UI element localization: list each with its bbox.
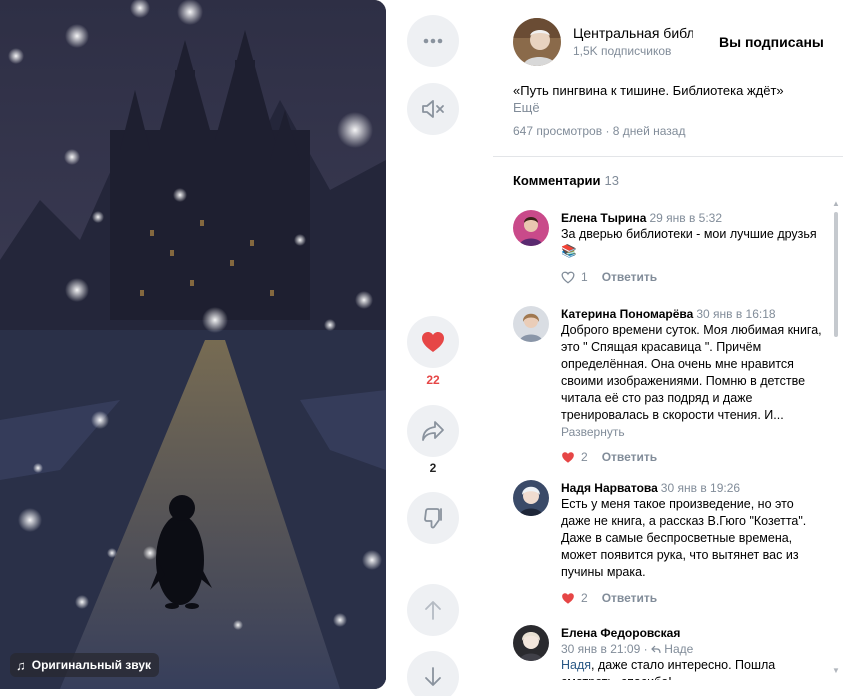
original-sound-badge[interactable]: ♫ Оригинальный звук — [10, 653, 160, 677]
post-date: 8 дней назад — [612, 124, 686, 138]
share-button[interactable] — [407, 405, 459, 457]
reply-button[interactable]: Ответить — [602, 591, 657, 605]
next-video-button[interactable] — [407, 651, 459, 696]
action-column: 22 2 — [407, 0, 459, 696]
more-options-button[interactable] — [407, 15, 459, 67]
commenter-name[interactable]: Катерина Пономарёва — [561, 307, 693, 321]
mute-button[interactable] — [407, 83, 459, 135]
reply-separator: · — [640, 642, 651, 656]
comment-text: Надя, даже стало интересно. Пошла смотре… — [561, 657, 823, 680]
heart-filled-icon[interactable] — [561, 451, 575, 464]
subscribed-button[interactable]: Вы подписаны — [719, 34, 824, 50]
commenter-name[interactable]: Надя Нарватова — [561, 481, 658, 495]
arrow-up-icon — [425, 601, 441, 620]
commenter-name[interactable]: Елена Тырина — [561, 211, 646, 225]
subscriber-count: 1,5K подписчиков — [573, 44, 672, 58]
heart-outline-icon[interactable] — [561, 271, 575, 284]
comment-body: Елена Федоровская 30 янв в 21:09 · Наде … — [561, 625, 823, 680]
commenter-avatar[interactable] — [513, 625, 549, 661]
thumbs-down-icon — [424, 508, 442, 529]
show-more-link[interactable]: Ещё — [513, 100, 540, 115]
comment-actions: 1 Ответить — [561, 269, 823, 285]
comments-scrollbar-thumb[interactable] — [834, 212, 838, 337]
speaker-muted-icon — [422, 100, 444, 118]
stats-separator: · — [605, 124, 613, 138]
dislike-button[interactable] — [407, 492, 459, 544]
comment-text-content: , даже стало интересно. Пошла смотреть, … — [561, 658, 776, 680]
comments-header: Комментарии 13 — [513, 173, 619, 188]
reply-button[interactable]: Ответить — [602, 450, 657, 464]
expand-comment-link[interactable]: Развернуть — [561, 424, 823, 440]
video-frame-penguin-castle — [0, 0, 386, 689]
view-count: 647 просмотров — [513, 124, 603, 138]
comment-like-count: 2 — [581, 591, 588, 605]
comment-text: Есть у меня такое произведение, но это д… — [561, 497, 807, 579]
heart-filled-icon — [422, 332, 444, 352]
comment-text: За дверью библиотеки - мои лучшие друзья… — [561, 227, 817, 258]
comment-body: Елена Тырина 29 янв в 5:32 За дверью библ… — [561, 210, 823, 285]
music-note-icon: ♫ — [16, 657, 26, 673]
author-avatar[interactable] — [513, 18, 561, 66]
divider — [493, 156, 843, 157]
comment-like-count: 1 — [581, 270, 588, 284]
comments-title: Комментарии — [513, 173, 601, 188]
comment-date[interactable]: 30 янв в 21:09 — [561, 642, 640, 656]
comments-list[interactable]: Елена Тырина 29 янв в 5:32 За дверью библ… — [493, 200, 843, 680]
scroll-up-arrow-icon[interactable]: ▲ — [832, 199, 840, 208]
commenter-avatar-image — [513, 306, 549, 342]
author-avatar-image — [513, 18, 561, 66]
reply-to-name[interactable]: Наде — [664, 642, 693, 656]
video-stats: 647 просмотров · 8 дней назад — [513, 124, 685, 138]
video-description: «Путь пингвина к тишине. Библиотека ждёт… — [513, 83, 784, 98]
commenter-avatar-image — [513, 625, 549, 661]
comment-like-count: 2 — [581, 450, 588, 464]
commenter-avatar[interactable] — [513, 210, 549, 246]
commenter-avatar-image — [513, 480, 549, 516]
scroll-down-arrow-icon[interactable]: ▼ — [832, 666, 840, 675]
comment-body: Катерина Пономарёва 30 янв в 16:18 Доброг… — [561, 306, 823, 465]
arrow-down-icon — [425, 667, 441, 686]
heart-filled-icon[interactable] — [561, 592, 575, 605]
share-arrow-icon — [422, 421, 444, 441]
video-player[interactable]: ♫ Оригинальный звук — [0, 0, 386, 689]
comment-body: Надя Нарватова 30 янв в 19:26 Есть у меня… — [561, 480, 823, 606]
commenter-avatar[interactable] — [513, 480, 549, 516]
comment-actions: 2 Ответить — [561, 449, 823, 465]
comment-date[interactable]: 30 янв в 19:26 — [661, 481, 740, 495]
reply-arrow-icon — [651, 645, 661, 654]
author-name[interactable]: Центральная библиотека — [573, 25, 693, 41]
comment-date[interactable]: 29 янв в 5:32 — [649, 211, 722, 225]
mention-link[interactable]: Надя — [561, 658, 591, 672]
like-button[interactable] — [407, 316, 459, 368]
commenter-name[interactable]: Елена Федоровская — [561, 626, 680, 640]
previous-video-button[interactable] — [407, 584, 459, 636]
more-dots-icon — [423, 38, 443, 44]
commenter-avatar-image — [513, 210, 549, 246]
video-info-panel: Центральная библиотека 1,5K подписчиков … — [493, 0, 843, 696]
like-count: 22 — [426, 373, 440, 387]
reply-button[interactable]: Ответить — [602, 270, 657, 284]
comment-date[interactable]: 30 янв в 16:18 — [696, 307, 775, 321]
share-count: 2 — [429, 461, 437, 475]
comment-text: Доброго времени суток. Моя любимая книга… — [561, 323, 822, 422]
commenter-avatar[interactable] — [513, 306, 549, 342]
original-sound-label: Оригинальный звук — [31, 658, 152, 672]
comments-count: 13 — [604, 173, 620, 188]
comment-actions: 2 Ответить — [561, 590, 823, 606]
